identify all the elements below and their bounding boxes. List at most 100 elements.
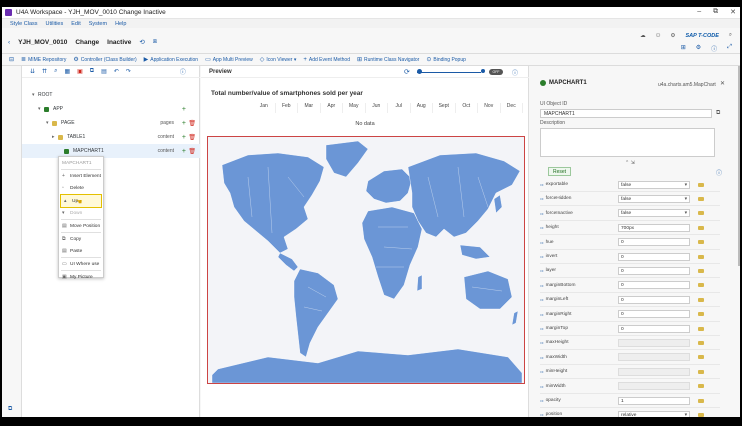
binding-folder-icon[interactable] (698, 211, 704, 216)
zoom-slider-handle[interactable] (417, 69, 422, 74)
binding-folder-icon[interactable] (698, 240, 704, 245)
binding-folder-icon[interactable] (698, 283, 704, 288)
tree-node-3[interactable]: ▸ TABLE1 content 🗑 + (22, 130, 200, 144)
property-value-input[interactable] (618, 367, 690, 376)
collapse-all-icon[interactable]: ⇈ (42, 68, 47, 75)
properties-scrollbar[interactable] (738, 66, 740, 266)
binding-folder-icon[interactable] (698, 398, 704, 403)
reset-button[interactable]: Reset (548, 167, 572, 176)
property-value-input[interactable]: 0 (618, 281, 690, 290)
property-value-input[interactable]: 0 (618, 266, 690, 275)
tree-node-0[interactable]: ▾ ROOT (22, 88, 200, 102)
ctx-copy[interactable]: ⧉ Copy (59, 233, 103, 245)
ctx-move-position[interactable]: ▤ Move Position (59, 220, 103, 232)
binding-folder-icon[interactable] (698, 254, 704, 259)
add-child-icon[interactable]: + (182, 148, 186, 155)
binding-folder-icon[interactable] (698, 312, 704, 317)
delete-node-icon[interactable]: 🗑 (188, 134, 196, 141)
menu-style-class[interactable]: Style Class (10, 21, 38, 27)
binding-folder-icon[interactable] (698, 326, 704, 331)
property-value-input[interactable]: false ▾ (618, 209, 690, 218)
property-value-input[interactable]: relative ▾ (618, 410, 690, 417)
activate-icon[interactable]: ⧈ (153, 38, 157, 46)
tree-node-1[interactable]: ▾ APP + (22, 102, 200, 116)
property-value-input[interactable]: 0 (618, 324, 690, 333)
refresh-icon[interactable]: ⟳ (404, 68, 410, 76)
dropdown-chevron-icon[interactable]: ▾ (685, 196, 687, 203)
theme-icon[interactable]: ☁ (640, 33, 646, 39)
property-value-input[interactable]: 1 (618, 396, 690, 405)
minimize-icon[interactable]: – (697, 8, 701, 16)
add-child-icon[interactable]: + (182, 134, 186, 141)
delete-node-icon[interactable]: 🗑 (188, 120, 196, 127)
dropdown-chevron-icon[interactable]: ▾ (685, 182, 687, 189)
binding-folder-icon[interactable] (698, 182, 704, 187)
binding-folder-icon[interactable] (698, 225, 704, 230)
binding-folder-icon[interactable] (698, 268, 704, 273)
property-value-input[interactable]: 700px (618, 223, 690, 232)
add-child-icon[interactable]: + (182, 120, 186, 127)
search-icon[interactable]: ⌕ (729, 32, 732, 39)
panel-close-icon[interactable]: ✕ (720, 80, 725, 87)
restore-icon[interactable]: ⧉ (713, 8, 718, 16)
binding-folder-icon[interactable] (698, 355, 704, 360)
settings-icon[interactable]: ⚙ (671, 33, 676, 39)
ctx-insert-element[interactable]: + Insert Element (59, 170, 103, 182)
rail-bottom-icon[interactable]: ⧉ (8, 406, 12, 413)
property-value-input[interactable]: 0 (618, 310, 690, 319)
toolbar-mime-repository[interactable]: ≣ MIME Repository (21, 56, 66, 64)
toolbar-runtime-class-navigator[interactable]: ⊞ Runtime Class Navigator (357, 56, 419, 64)
tree-node-4[interactable]: MAPCHART1 content 🗑 + (22, 144, 200, 158)
paste-icon[interactable]: ▤ (101, 68, 107, 75)
layout-icon[interactable]: ⊟ (9, 56, 14, 63)
map-chart[interactable] (207, 136, 525, 384)
ctx-paste[interactable]: ▤ Paste (59, 245, 103, 257)
tcode-label[interactable]: SAP T-CODE (685, 33, 718, 39)
find-icon[interactable]: ⌕ (54, 68, 57, 75)
ui-object-id-input[interactable]: MAPCHART1 (540, 109, 712, 118)
copy-icon[interactable]: ⧉ (90, 68, 94, 75)
menu-help[interactable]: Help (115, 21, 126, 27)
back-button[interactable]: ‹ (8, 39, 10, 46)
property-value-input[interactable]: 0 (618, 252, 690, 261)
property-value-input[interactable]: false ▾ (618, 180, 690, 189)
fullscreen-icon[interactable]: ⤢ (727, 44, 732, 53)
menu-utilities[interactable]: Utilities (46, 21, 64, 27)
dropdown-chevron-icon[interactable]: ▾ (685, 210, 687, 217)
toolbar-binding-popup[interactable]: ⊙ Binding Popup (426, 56, 466, 64)
toolbar-icon-viewer[interactable]: ◇ Icon Viewer ▾ (260, 56, 297, 64)
binding-folder-icon[interactable] (698, 297, 704, 302)
tree-help-icon[interactable]: ⓘ (180, 67, 186, 76)
expand-all-icon[interactable]: ⇊ (30, 68, 35, 75)
property-value-input[interactable]: false ▾ (618, 194, 690, 203)
toolbar-app-execution[interactable]: ▶ Application Execution (144, 56, 198, 64)
user-icon[interactable]: ⚇ (656, 33, 661, 39)
close-icon[interactable]: ✕ (730, 8, 736, 16)
tree-node-2[interactable]: ▾ PAGE pages 🗑 + (22, 116, 200, 130)
binding-folder-icon[interactable] (698, 196, 704, 201)
binding-folder-icon[interactable] (698, 369, 704, 374)
property-value-input[interactable] (618, 338, 690, 347)
property-value-input[interactable] (618, 353, 690, 362)
toolbar-controller[interactable]: ⚙ Controller (Class Builder) (73, 56, 136, 64)
description-textarea[interactable] (540, 128, 715, 157)
ctx-delete[interactable]: ▫ Delete (59, 182, 103, 194)
property-value-input[interactable]: 0 (618, 295, 690, 304)
zoom-slider[interactable] (417, 72, 481, 73)
properties-help-icon[interactable]: ⓘ (716, 168, 722, 177)
preview-help-icon[interactable]: ⓘ (512, 68, 518, 77)
resize-handle-icon[interactable]: ⌃ ⇲ (625, 160, 635, 166)
display-toggle-icon[interactable]: ⟲ (139, 38, 144, 46)
property-value-input[interactable]: 0 (618, 238, 690, 247)
ctx-my-picture[interactable]: ▣ My Picture (59, 271, 103, 283)
delete-icon[interactable]: ▣ (77, 68, 83, 75)
dropdown-chevron-icon[interactable]: ▾ (685, 412, 687, 417)
copy-id-icon[interactable]: ⧉ (716, 110, 720, 117)
property-value-input[interactable] (618, 382, 690, 391)
binding-folder-icon[interactable] (698, 384, 704, 389)
toolbar-add-event-method[interactable]: + Add Event Method (303, 57, 350, 63)
delete-node-icon[interactable]: 🗑 (188, 148, 196, 155)
toolbar-multi-preview[interactable]: ▭ App Multi Preview (205, 56, 253, 64)
ctx-down[interactable]: ▾ Down (59, 207, 103, 219)
binding-folder-icon[interactable] (698, 340, 704, 345)
